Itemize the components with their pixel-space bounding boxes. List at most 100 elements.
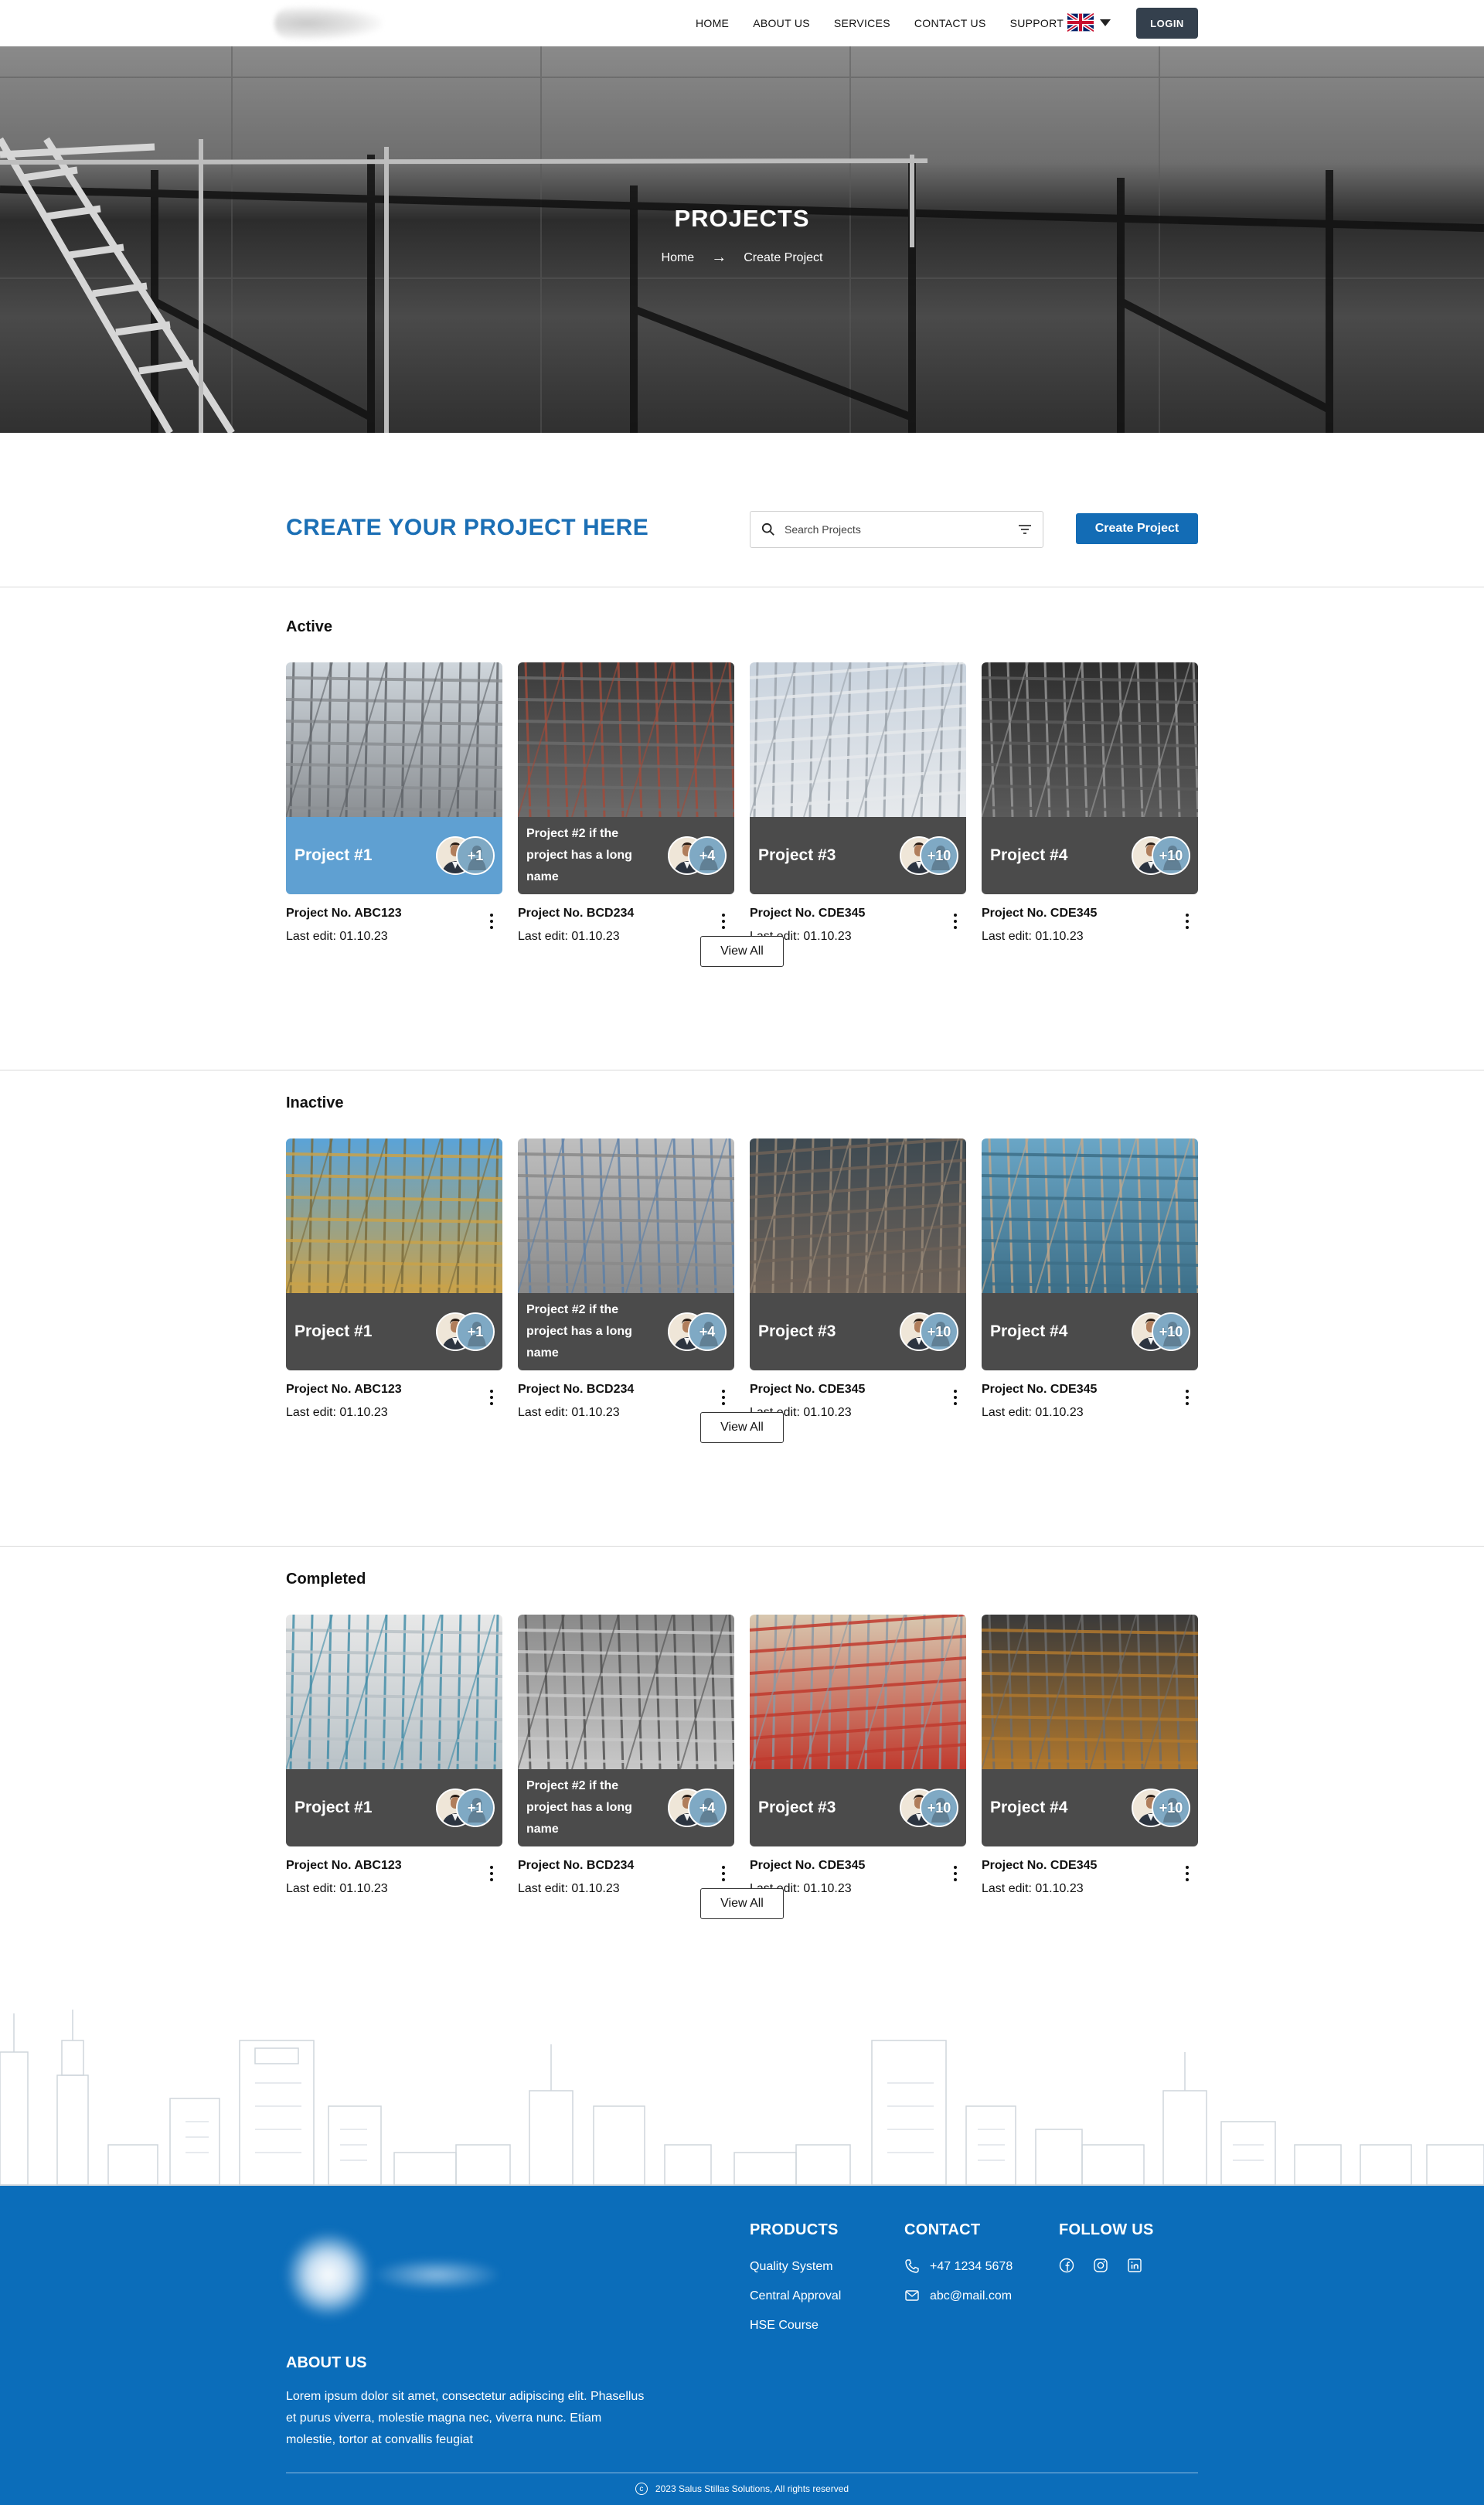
project-number: Project No. CDE345 <box>982 907 1098 920</box>
project-number: Project No. ABC123 <box>286 907 402 920</box>
project-card-media[interactable]: Project #2 if the project has a long nam… <box>518 1615 734 1846</box>
filter-icon[interactable] <box>1018 524 1032 535</box>
project-card[interactable]: Project #1 +1 Project No. ABC123 Last ed… <box>286 1138 502 1429</box>
search-input[interactable] <box>785 523 1009 536</box>
member-avatars[interactable]: +4 <box>668 1312 727 1351</box>
project-photo[interactable] <box>982 662 1198 817</box>
project-photo[interactable] <box>286 1138 502 1293</box>
project-photo[interactable] <box>750 1138 966 1293</box>
avatar-more-count: +1 <box>456 1789 495 1827</box>
kebab-menu-icon[interactable] <box>484 911 499 931</box>
footer-link-central-approval[interactable]: Central Approval <box>750 2289 841 2303</box>
kebab-menu-icon[interactable] <box>948 1863 963 1884</box>
project-photo[interactable] <box>286 1615 502 1769</box>
project-name: Project #4 <box>990 1322 1068 1340</box>
nav-support[interactable]: SUPPORT <box>1010 17 1064 29</box>
nav-services[interactable]: SERVICES <box>834 17 890 29</box>
project-card[interactable]: Project #1 +1 Project No. ABC123 Last ed… <box>286 1615 502 1905</box>
project-card[interactable]: Project #2 if the project has a long nam… <box>518 662 734 953</box>
kebab-menu-icon[interactable] <box>1179 1387 1195 1407</box>
avatar-more-count: +4 <box>688 1789 727 1827</box>
project-number: Project No. CDE345 <box>750 1859 866 1872</box>
project-card-band: Project #4 +10 <box>982 817 1198 894</box>
footer-logo[interactable] <box>278 2232 510 2317</box>
hero-banner: PROJECTS Home → Create Project <box>0 46 1484 433</box>
view-all-button[interactable]: View All <box>700 936 784 967</box>
project-card-media[interactable]: Project #1 +1 <box>286 662 502 894</box>
project-card[interactable]: Project #3 +10 Project No. CDE345 Last e… <box>750 1138 966 1429</box>
view-all-button[interactable]: View All <box>700 1888 784 1919</box>
project-card[interactable]: Project #4 +10 Project No. CDE345 Last e… <box>982 1138 1198 1429</box>
project-card-media[interactable]: Project #1 +1 <box>286 1615 502 1846</box>
nav-about-us[interactable]: ABOUT US <box>753 17 810 29</box>
project-card-media[interactable]: Project #1 +1 <box>286 1138 502 1370</box>
member-avatars[interactable]: +10 <box>1132 836 1190 875</box>
project-photo[interactable] <box>518 1138 734 1293</box>
kebab-menu-icon[interactable] <box>948 1387 963 1407</box>
avatar-more-count: +10 <box>920 836 958 875</box>
project-name: Project #2 if the project has a long nam… <box>526 1779 632 1836</box>
create-project-button[interactable]: Create Project <box>1076 513 1198 544</box>
project-card-media[interactable]: Project #3 +10 <box>750 1615 966 1846</box>
facebook-icon[interactable] <box>1059 2258 1074 2273</box>
member-avatars[interactable]: +4 <box>668 836 727 875</box>
footer-link-quality-system[interactable]: Quality System <box>750 2260 833 2274</box>
project-card[interactable]: Project #3 +10 Project No. CDE345 Last e… <box>750 1615 966 1905</box>
phone-icon <box>905 2259 919 2273</box>
footer-phone[interactable]: +47 1234 5678 <box>930 2260 1013 2274</box>
project-card-media[interactable]: Project #4 +10 <box>982 662 1198 894</box>
breadcrumb-home[interactable]: Home <box>662 251 695 265</box>
member-avatars[interactable]: +10 <box>900 836 958 875</box>
project-card-media[interactable]: Project #3 +10 <box>750 662 966 894</box>
instagram-icon[interactable] <box>1093 2258 1108 2273</box>
project-card-media[interactable]: Project #2 if the project has a long nam… <box>518 1138 734 1370</box>
project-card[interactable]: Project #4 +10 Project No. CDE345 Last e… <box>982 662 1198 953</box>
kebab-menu-icon[interactable] <box>484 1387 499 1407</box>
member-count: +10 <box>1159 1799 1183 1816</box>
project-card-media[interactable]: Project #4 +10 <box>982 1138 1198 1370</box>
project-card-media[interactable]: Project #4 +10 <box>982 1615 1198 1846</box>
project-photo[interactable] <box>518 1615 734 1769</box>
kebab-menu-icon[interactable] <box>716 1863 731 1884</box>
project-card[interactable]: Project #3 +10 Project No. CDE345 Last e… <box>750 662 966 953</box>
kebab-menu-icon[interactable] <box>716 911 731 931</box>
copyright-bar: c 2023 Salus Stillas Solutions, All righ… <box>0 2483 1484 2495</box>
member-count: +10 <box>1159 1323 1183 1339</box>
kebab-menu-icon[interactable] <box>948 911 963 931</box>
member-avatars[interactable]: +10 <box>900 1312 958 1351</box>
project-card-band: Project #2 if the project has a long nam… <box>518 817 734 894</box>
nav-contact-us[interactable]: CONTACT US <box>914 17 986 29</box>
member-avatars[interactable]: +10 <box>1132 1312 1190 1351</box>
project-photo[interactable] <box>982 1138 1198 1293</box>
project-photo[interactable] <box>286 662 502 817</box>
linkedin-icon[interactable] <box>1127 2258 1142 2273</box>
footer-link-hse-course[interactable]: HSE Course <box>750 2319 819 2333</box>
project-card[interactable]: Project #4 +10 Project No. CDE345 Last e… <box>982 1615 1198 1905</box>
kebab-menu-icon[interactable] <box>716 1387 731 1407</box>
kebab-menu-icon[interactable] <box>1179 911 1195 931</box>
member-avatars[interactable]: +4 <box>668 1789 727 1827</box>
member-avatars[interactable]: +1 <box>436 836 495 875</box>
member-avatars[interactable]: +10 <box>1132 1789 1190 1827</box>
project-photo[interactable] <box>750 1615 966 1769</box>
view-all-button[interactable]: View All <box>700 1412 784 1443</box>
project-photo[interactable] <box>518 662 734 817</box>
footer-email[interactable]: abc@mail.com <box>930 2289 1012 2303</box>
project-card[interactable]: Project #2 if the project has a long nam… <box>518 1138 734 1429</box>
member-avatars[interactable]: +1 <box>436 1312 495 1351</box>
member-avatars[interactable]: +10 <box>900 1789 958 1827</box>
kebab-menu-icon[interactable] <box>484 1863 499 1884</box>
site-logo[interactable] <box>274 6 383 40</box>
member-avatars[interactable]: +1 <box>436 1789 495 1827</box>
project-card[interactable]: Project #2 if the project has a long nam… <box>518 1615 734 1905</box>
kebab-menu-icon[interactable] <box>1179 1863 1195 1884</box>
project-photo[interactable] <box>982 1615 1198 1769</box>
project-card[interactable]: Project #1 +1 Project No. ABC123 Last ed… <box>286 662 502 953</box>
project-card-media[interactable]: Project #2 if the project has a long nam… <box>518 662 734 894</box>
project-card-media[interactable]: Project #3 +10 <box>750 1138 966 1370</box>
main-nav: HOME ABOUT US SERVICES CONTACT US SUPPOR… <box>696 0 1087 46</box>
nav-home[interactable]: HOME <box>696 17 729 29</box>
login-button[interactable]: LOGIN <box>1136 8 1198 39</box>
project-photo[interactable] <box>750 662 966 817</box>
language-selector[interactable] <box>1067 13 1111 32</box>
